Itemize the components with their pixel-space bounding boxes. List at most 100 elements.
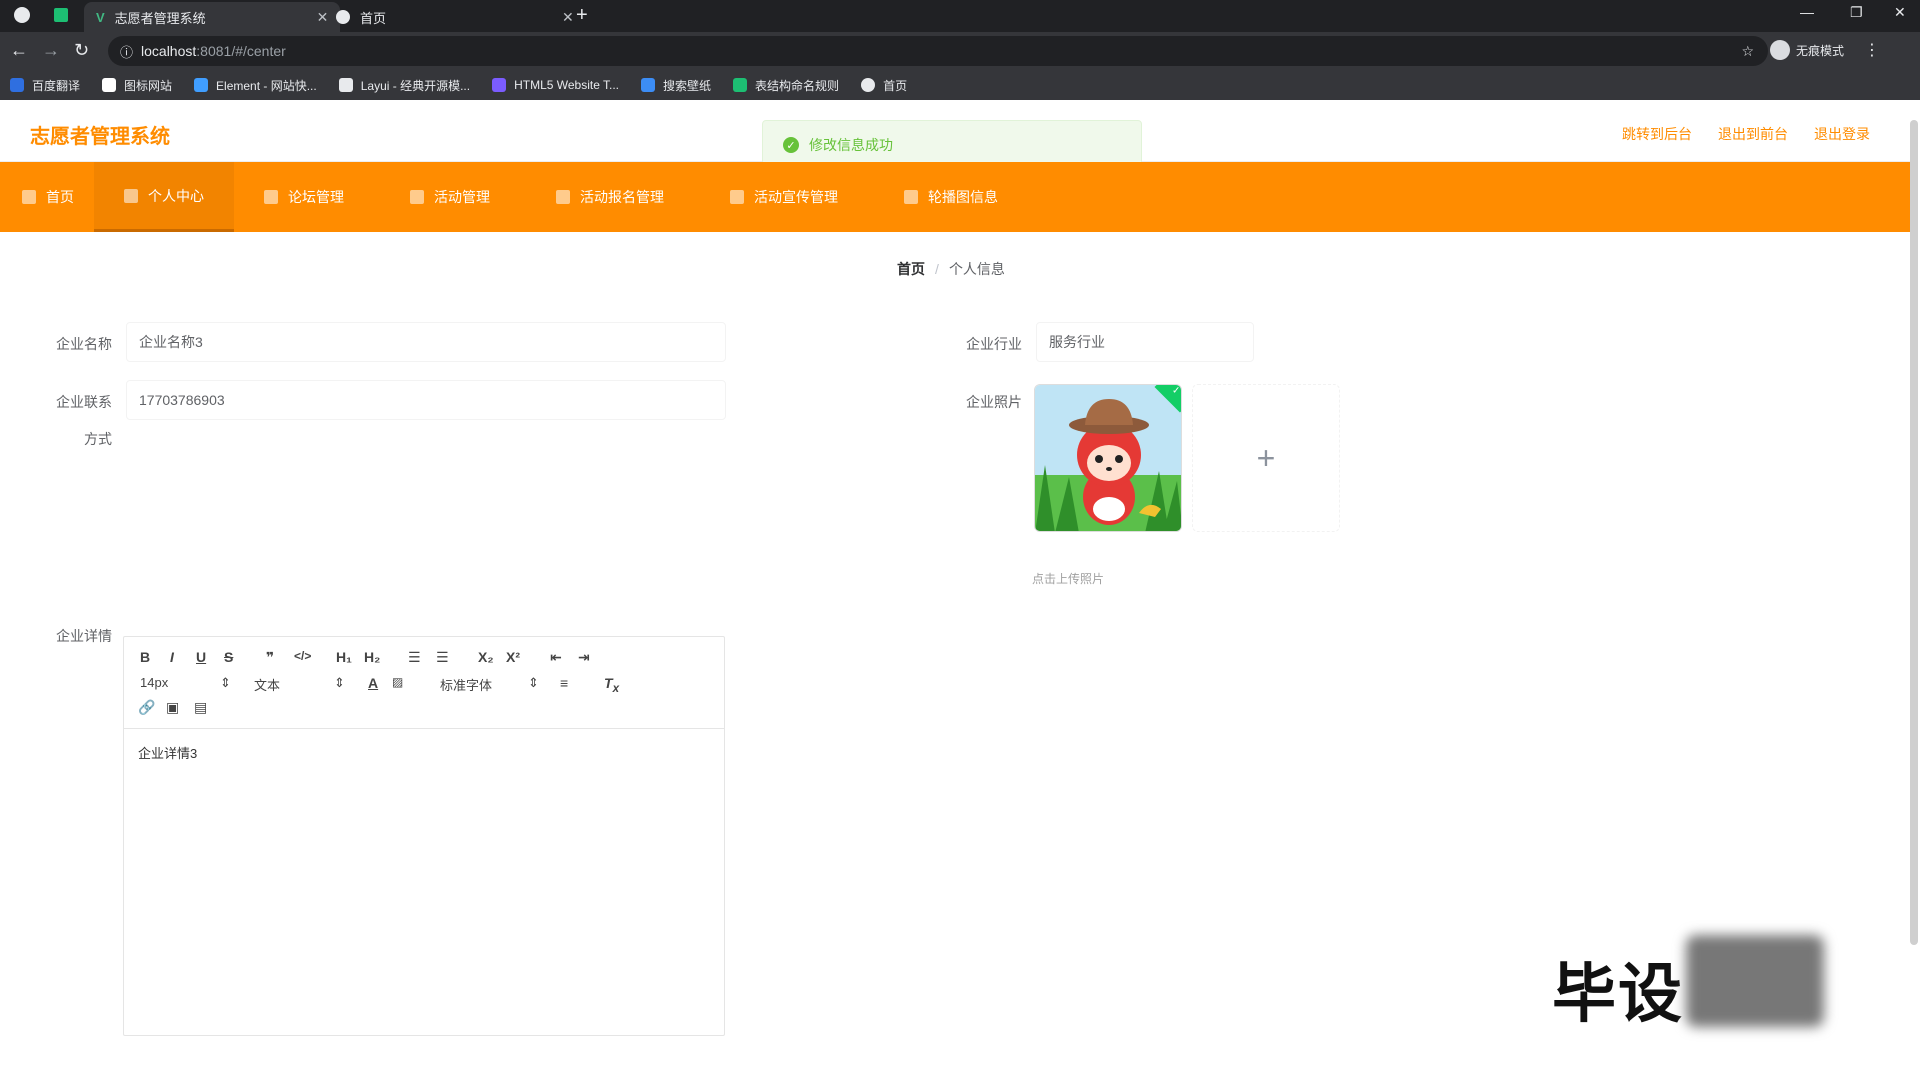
clear-format-icon[interactable]: Tx — [604, 675, 619, 695]
pinned-tab-icon[interactable] — [54, 8, 68, 22]
main-nav: 首页 个人中心 论坛管理 活动管理 活动报名管理 活动宣传管理 轮播图信息 — [0, 162, 1910, 232]
indent-icon[interactable]: ⇥ — [578, 649, 590, 666]
industry-input[interactable]: 服务行业 — [1036, 322, 1254, 362]
editor-content[interactable]: 企业详情3 — [124, 729, 724, 776]
nav-personal-center[interactable]: 个人中心 — [94, 162, 234, 232]
reload-icon[interactable]: ↻ — [74, 40, 89, 61]
bookmarks-bar: 百度翻译 图标网站 Element - 网站快... Layui - 经典开源模… — [0, 70, 1920, 100]
cartoon-fox-image — [1035, 385, 1181, 531]
tab-volunteer-system[interactable]: V 志愿者管理系统 ✕ — [84, 2, 341, 32]
window-close-icon[interactable]: ✕ — [1894, 4, 1906, 21]
profile-button[interactable]: 无痕模式 ⋮ — [1769, 40, 1880, 60]
close-icon[interactable]: ✕ — [562, 9, 574, 26]
element-icon — [194, 78, 209, 92]
restore-icon[interactable]: ❐ — [1850, 4, 1863, 21]
outdent-icon[interactable]: ⇤ — [550, 649, 562, 666]
browser-menu-icon[interactable] — [14, 7, 30, 23]
font-size-select[interactable]: 14px ⇕ — [140, 675, 231, 690]
activity-icon — [410, 190, 424, 204]
superscript-icon[interactable]: X² — [506, 649, 520, 665]
font-family-select[interactable]: 标准字体 ⇕ — [440, 675, 540, 694]
heading1-icon[interactable]: H₁ — [336, 649, 352, 665]
watermark-text: 毕设 — [1552, 958, 1684, 1030]
toast-message: 修改信息成功 — [809, 137, 893, 153]
nav-label: 活动报名管理 — [580, 189, 664, 205]
page-scrollbar[interactable] — [1910, 120, 1918, 945]
bookmark-item[interactable]: 搜索壁纸 — [641, 77, 711, 94]
bookmark-item[interactable]: Element - 网站快... — [194, 77, 317, 94]
user-icon — [124, 188, 138, 203]
quote-icon[interactable]: ❞ — [266, 649, 274, 666]
bookmark-item[interactable]: HTML5 Website T... — [492, 78, 619, 92]
nav-signup[interactable]: 活动报名管理 — [556, 162, 664, 232]
bookmark-item[interactable]: 表结构命名规则 — [733, 77, 839, 94]
breadcrumb-home[interactable]: 首页 — [897, 259, 925, 279]
nav-activity[interactable]: 活动管理 — [410, 162, 490, 232]
nav-label: 论坛管理 — [288, 189, 344, 205]
font-family-value: 标准字体 — [440, 678, 493, 693]
upload-add-button[interactable]: + — [1192, 384, 1340, 532]
bullet-list-icon[interactable]: ☰ — [436, 649, 449, 666]
bookmark-icon — [10, 78, 24, 92]
image-icon — [904, 190, 918, 204]
bookmark-item[interactable]: Layui - 经典开源模... — [338, 77, 470, 94]
heading2-icon[interactable]: H₂ — [364, 649, 380, 665]
globe-icon — [861, 78, 876, 92]
nav-forum[interactable]: 论坛管理 — [264, 162, 344, 232]
image-icon[interactable]: ▣ — [166, 699, 179, 716]
browser-tab-bar: V 志愿者管理系统 ✕ 首页 ✕ + — ❐ ✕ — [0, 0, 1920, 32]
back-icon[interactable]: ← — [10, 40, 28, 61]
header-links: 跳转到后台 退出到前台 退出登录 — [1622, 124, 1870, 144]
minimize-icon[interactable]: — — [1800, 4, 1814, 20]
bookmark-label: 搜索壁纸 — [663, 78, 712, 93]
nav-label: 活动宣传管理 — [754, 189, 838, 205]
text-style-select[interactable]: 文本 ⇕ — [254, 675, 345, 694]
go-backend-link[interactable]: 跳转到后台 — [1622, 124, 1692, 144]
strike-icon[interactable]: S — [224, 649, 233, 665]
nav-publicity[interactable]: 活动宣传管理 — [730, 162, 838, 232]
italic-icon[interactable]: I — [170, 649, 174, 665]
globe-icon — [336, 10, 350, 24]
video-icon[interactable]: ▤ — [194, 699, 207, 716]
company-name-input[interactable]: 企业名称3 — [126, 322, 726, 362]
nav-home[interactable]: 首页 — [22, 162, 74, 232]
align-icon[interactable]: ≡ — [560, 675, 568, 691]
forward-icon[interactable]: → — [42, 40, 60, 61]
tab-home[interactable]: 首页 ✕ — [324, 2, 586, 32]
plus-icon: + — [1256, 439, 1276, 476]
font-color-icon[interactable]: A — [368, 675, 378, 691]
tab-title: 志愿者管理系统 — [114, 10, 206, 26]
contact-input[interactable]: 17703786903 — [126, 380, 726, 420]
code-icon[interactable]: </> — [294, 649, 311, 663]
watermark-blur — [1686, 935, 1824, 1027]
new-tab-icon[interactable]: + — [576, 4, 588, 27]
bookmark-item[interactable]: 图标网站 — [102, 77, 172, 94]
info-icon: ⓘ — [120, 44, 134, 60]
check-icon: ✓ — [783, 137, 799, 153]
detail-label: 企业详情 — [56, 628, 112, 644]
bookmark-item[interactable]: 百度翻译 — [10, 77, 80, 94]
link-icon[interactable]: 🔗 — [138, 699, 155, 716]
bookmark-item[interactable]: 首页 — [861, 77, 907, 94]
go-frontend-link[interactable]: 退出到前台 — [1718, 124, 1788, 144]
underline-icon[interactable]: U — [196, 649, 206, 665]
address-bar[interactable]: ⓘ localhost :8081/#/center ☆ — [108, 36, 1768, 66]
tab-title: 首页 — [360, 10, 387, 26]
background-color-icon[interactable]: ▨ — [392, 675, 403, 689]
incognito-icon — [1769, 40, 1790, 60]
ordered-list-icon[interactable]: ☰ — [408, 649, 421, 666]
contact-label-cont: 方式 — [84, 431, 112, 447]
publicity-icon — [730, 190, 744, 204]
star-icon[interactable]: ☆ — [1741, 43, 1754, 60]
subscript-icon[interactable]: X₂ — [478, 649, 494, 665]
table-icon — [733, 78, 748, 92]
logout-link[interactable]: 退出登录 — [1814, 124, 1870, 144]
nav-carousel[interactable]: 轮播图信息 — [904, 162, 998, 232]
bookmark-label: 首页 — [883, 78, 908, 93]
more-icon[interactable]: ⋮ — [1864, 40, 1880, 60]
signup-icon — [556, 190, 570, 204]
upload-tip: 点击上传照片 — [1032, 572, 1105, 586]
bold-icon[interactable]: B — [140, 649, 150, 665]
bookmark-label: Element - 网站快... — [216, 78, 317, 93]
uploaded-photo[interactable]: ✓ — [1034, 384, 1182, 532]
